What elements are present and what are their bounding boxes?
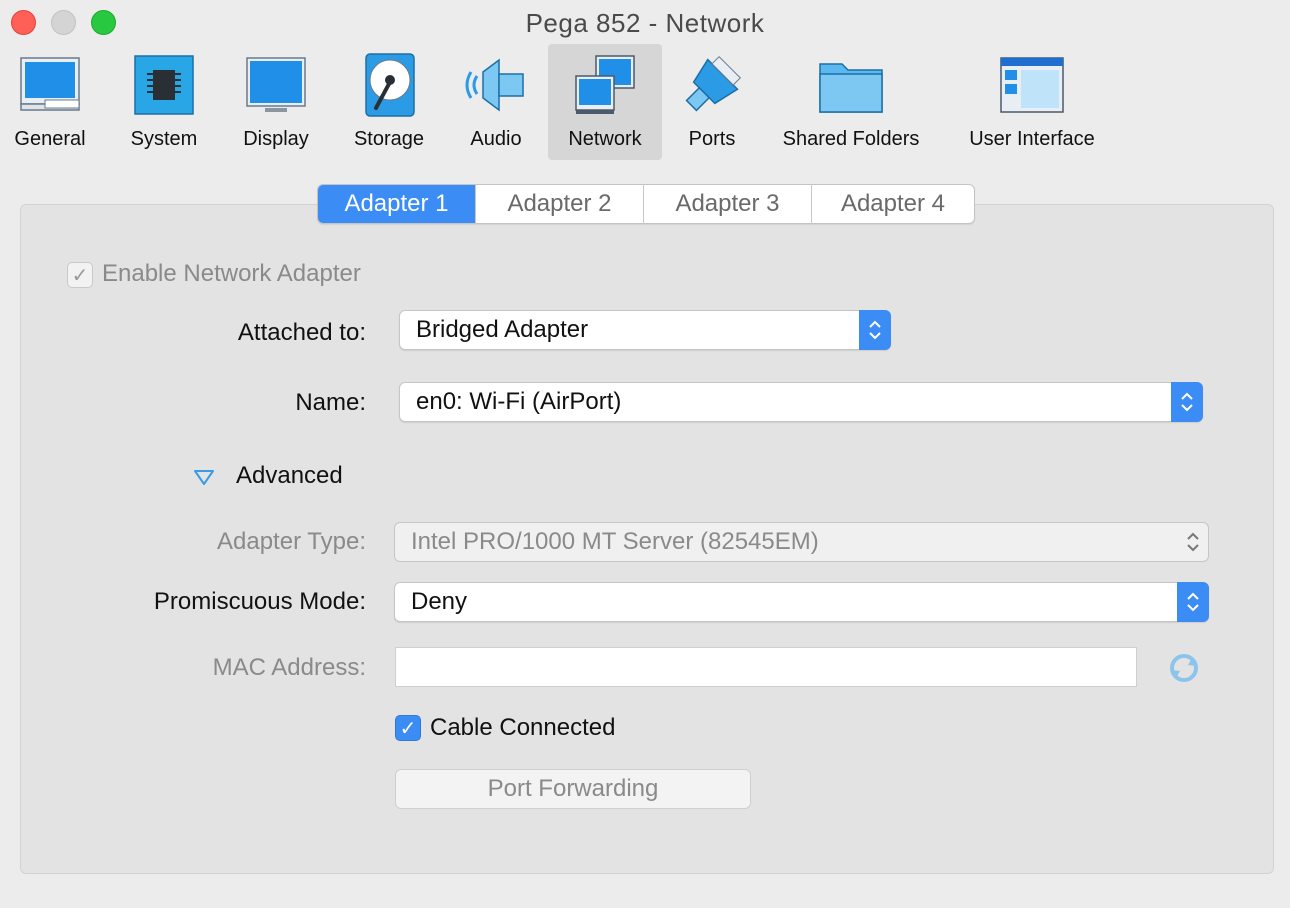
cable-connected-checkbox[interactable]: ✓ xyxy=(395,715,421,741)
promiscuous-mode-value: Deny xyxy=(411,588,468,615)
promiscuous-mode-select[interactable]: Deny xyxy=(394,582,1209,622)
toolbar-item-system[interactable]: System xyxy=(122,44,206,160)
toolbar-item-label: Shared Folders xyxy=(782,128,920,150)
ports-icon xyxy=(685,56,741,112)
toolbar-item-label: Storage xyxy=(353,128,425,150)
name-label: Name: xyxy=(295,389,366,416)
title-bar: Pega 852 - Network xyxy=(0,0,1290,44)
user-interface-icon xyxy=(1000,57,1064,113)
shared-folders-icon xyxy=(819,63,883,113)
advanced-label[interactable]: Advanced xyxy=(236,462,343,490)
promiscuous-mode-label: Promiscuous Mode: xyxy=(153,588,366,615)
display-icon xyxy=(246,57,306,112)
system-icon xyxy=(134,55,194,115)
chevron-up-down-icon xyxy=(859,310,891,350)
adapter-type-label: Adapter Type: xyxy=(217,528,366,555)
name-value: en0: Wi-Fi (AirPort) xyxy=(416,388,622,415)
window-title: Pega 852 - Network xyxy=(525,8,765,38)
settings-toolbar: General System Display Storage Audio Net… xyxy=(0,44,1290,162)
name-select[interactable]: en0: Wi-Fi (AirPort) xyxy=(399,382,1203,422)
general-icon xyxy=(20,57,80,111)
toolbar-item-display[interactable]: Display xyxy=(234,44,318,160)
chevron-up-down-icon xyxy=(1177,522,1209,562)
toolbar-item-label: Audio xyxy=(470,128,522,150)
mac-address-label: MAC Address: xyxy=(212,654,366,681)
toolbar-item-ports[interactable]: Ports xyxy=(676,44,748,160)
audio-icon xyxy=(465,58,524,112)
chevron-up-down-icon xyxy=(1177,582,1209,622)
chevron-up-down-icon xyxy=(1171,382,1203,422)
enable-network-adapter-label: Enable Network Adapter xyxy=(102,260,361,287)
cable-connected-label: Cable Connected xyxy=(430,714,616,741)
mac-address-field[interactable] xyxy=(395,647,1137,687)
toolbar-item-audio[interactable]: Audio xyxy=(460,44,532,160)
toolbar-item-shared-folders[interactable]: Shared Folders xyxy=(776,44,926,160)
attached-to-value: Bridged Adapter xyxy=(416,316,589,343)
tab-adapter-4[interactable]: Adapter 4 xyxy=(812,185,974,223)
tab-adapter-1[interactable]: Adapter 1 xyxy=(318,185,476,223)
toolbar-item-label: Display xyxy=(243,128,309,150)
refresh-mac-icon[interactable] xyxy=(1168,652,1200,684)
toolbar-item-label: System xyxy=(130,128,198,150)
toolbar-item-storage[interactable]: Storage xyxy=(344,44,434,160)
toolbar-item-label: User Interface xyxy=(969,128,1095,150)
toolbar-item-label: Ports xyxy=(688,128,736,150)
attached-to-label: Attached to: xyxy=(237,319,366,346)
enable-network-adapter-checkbox[interactable]: ✓ xyxy=(67,262,93,288)
tab-adapter-3[interactable]: Adapter 3 xyxy=(644,185,812,223)
storage-icon xyxy=(365,53,415,117)
attached-to-select[interactable]: Bridged Adapter xyxy=(399,310,891,350)
adapter-type-select[interactable]: Intel PRO/1000 MT Server (82545EM) xyxy=(394,522,1209,562)
toolbar-item-network[interactable]: Network xyxy=(548,44,662,160)
toolbar-item-label: Network xyxy=(568,128,642,150)
disclosure-triangle-icon[interactable] xyxy=(193,466,215,488)
adapter-type-value: Intel PRO/1000 MT Server (82545EM) xyxy=(411,528,819,555)
toolbar-item-label: General xyxy=(14,128,86,150)
toolbar-item-user-interface[interactable]: User Interface xyxy=(960,44,1104,160)
adapter-tabs: Adapter 1 Adapter 2 Adapter 3 Adapter 4 xyxy=(317,184,975,224)
network-icon xyxy=(575,55,635,114)
port-forwarding-button[interactable]: Port Forwarding xyxy=(395,769,751,809)
toolbar-item-general[interactable]: General xyxy=(8,44,92,160)
tab-adapter-2[interactable]: Adapter 2 xyxy=(476,185,644,223)
